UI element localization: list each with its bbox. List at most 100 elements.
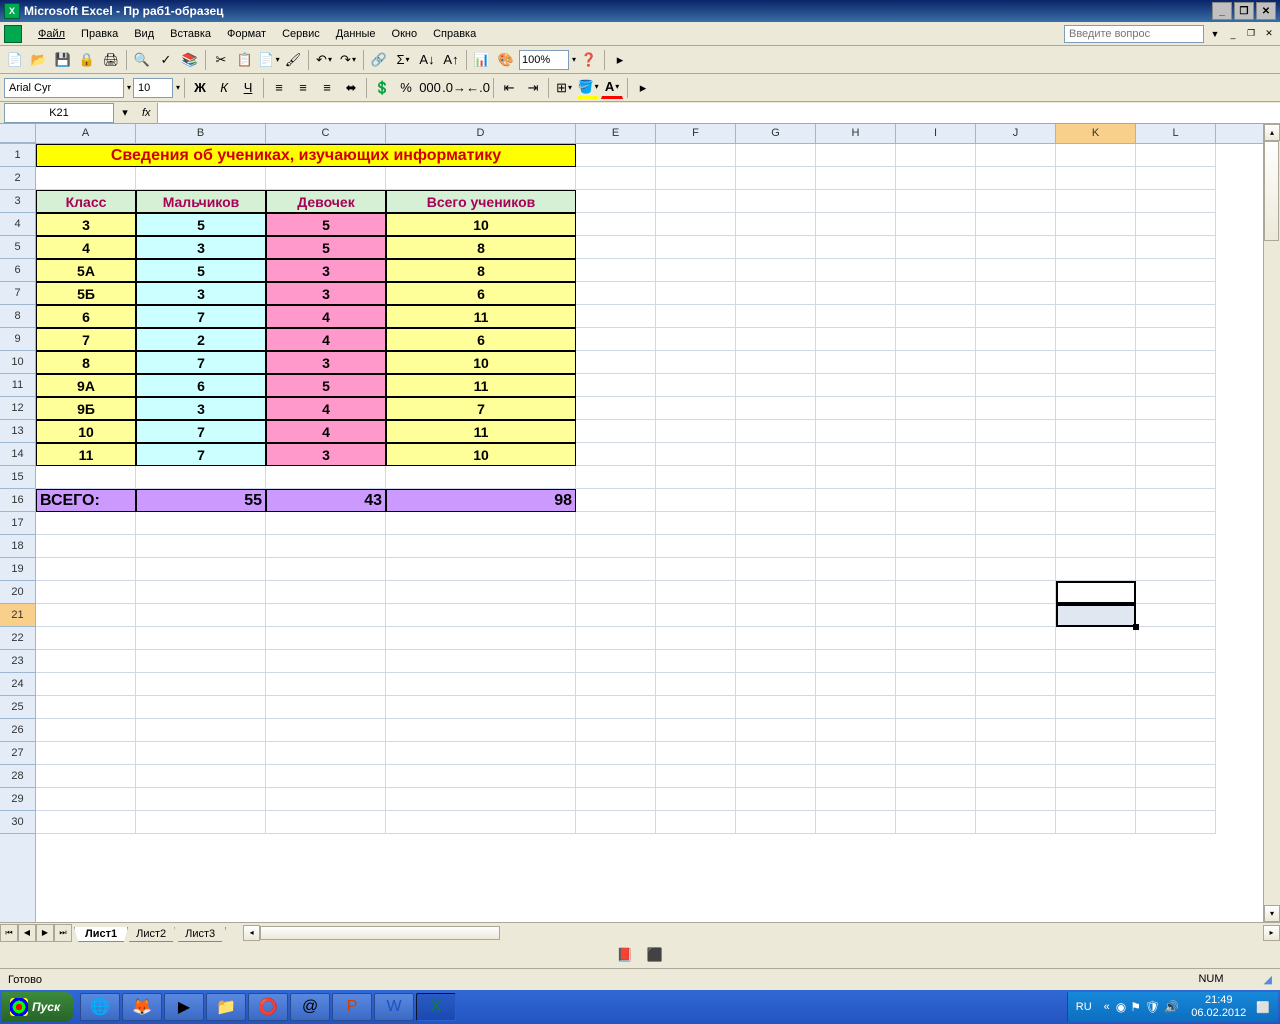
cell[interactable] [736,719,816,742]
zoom-dropdown-icon[interactable]: ▾ [571,55,576,64]
cell[interactable] [576,673,656,696]
cell[interactable] [266,627,386,650]
cell[interactable] [896,443,976,466]
cell[interactable] [976,489,1056,512]
cell[interactable] [576,397,656,420]
cell[interactable] [896,512,976,535]
cell[interactable] [736,259,816,282]
cell[interactable] [816,627,896,650]
cell[interactable] [736,305,816,328]
cell[interactable] [656,673,736,696]
cell[interactable] [736,213,816,236]
cell[interactable] [816,420,896,443]
cell[interactable] [816,213,896,236]
cell[interactable] [36,719,136,742]
autosum-button[interactable]: Σ▾ [392,49,414,71]
cell[interactable] [976,351,1056,374]
name-box-dropdown-icon[interactable]: ▾ [116,104,134,122]
cell[interactable] [896,627,976,650]
cell[interactable]: 9А [36,374,136,397]
col-header-H[interactable]: H [816,124,896,143]
cell[interactable] [976,420,1056,443]
cell[interactable] [576,742,656,765]
cell[interactable] [136,466,266,489]
cell[interactable] [896,144,976,167]
cell[interactable] [656,535,736,558]
cell[interactable] [976,673,1056,696]
cell[interactable]: 5 [266,236,386,259]
cell[interactable] [576,489,656,512]
col-header-B[interactable]: B [136,124,266,143]
cell[interactable] [896,742,976,765]
menu-insert[interactable]: Вставка [162,26,219,42]
cell[interactable] [736,696,816,719]
cell[interactable] [656,420,736,443]
start-button[interactable]: Пуск [2,992,74,1022]
cell[interactable] [136,811,266,834]
row-header-25[interactable]: 25 [0,696,35,719]
cell[interactable] [1056,190,1136,213]
row-header-4[interactable]: 4 [0,213,35,236]
cell[interactable]: 6 [386,328,576,351]
cell[interactable]: 10 [36,420,136,443]
cell[interactable] [896,696,976,719]
print-button[interactable]: 🖨 [100,49,122,71]
cell[interactable] [1056,167,1136,190]
col-header-I[interactable]: I [896,124,976,143]
cell[interactable] [266,696,386,719]
cell[interactable] [576,328,656,351]
cell[interactable] [656,351,736,374]
cell[interactable]: 55 [136,489,266,512]
row-header-14[interactable]: 14 [0,443,35,466]
cell[interactable] [816,305,896,328]
cell[interactable] [36,765,136,788]
cell[interactable] [1056,489,1136,512]
row-header-19[interactable]: 19 [0,558,35,581]
font-dropdown-icon[interactable]: ▾ [126,83,131,92]
cell[interactable]: 8 [386,236,576,259]
cell[interactable]: 10 [386,443,576,466]
cell[interactable] [1056,282,1136,305]
cell[interactable] [266,811,386,834]
copy-button[interactable]: 📋 [234,49,256,71]
menu-format[interactable]: Формат [219,26,274,42]
cell[interactable] [576,144,656,167]
cell[interactable]: 8 [386,259,576,282]
cell[interactable] [896,489,976,512]
cell[interactable] [976,581,1056,604]
cell[interactable]: 8 [36,351,136,374]
cell[interactable] [976,190,1056,213]
cell[interactable] [656,190,736,213]
sheet-tab-2[interactable]: Лист2 [125,927,177,942]
cell[interactable] [1136,190,1216,213]
tray-clock[interactable]: 21:49 06.02.2012 [1191,994,1246,1020]
cell[interactable]: 3 [266,282,386,305]
cell[interactable] [976,765,1056,788]
cell[interactable] [386,466,576,489]
cell[interactable]: 6 [386,282,576,305]
cell[interactable] [1056,765,1136,788]
cell[interactable] [1056,305,1136,328]
row-header-16[interactable]: 16 [0,489,35,512]
cell[interactable] [976,305,1056,328]
cell[interactable] [1136,328,1216,351]
cell[interactable]: 6 [36,305,136,328]
cell[interactable] [1056,581,1136,604]
font-color-button[interactable]: A▾ [601,77,623,99]
cell[interactable] [896,328,976,351]
cell[interactable] [896,282,976,305]
cell[interactable] [976,374,1056,397]
cell[interactable] [266,742,386,765]
cell[interactable] [656,512,736,535]
cell[interactable] [736,351,816,374]
cell[interactable]: 98 [386,489,576,512]
cell[interactable] [136,650,266,673]
cell[interactable] [576,627,656,650]
cell[interactable] [386,535,576,558]
cell[interactable] [576,765,656,788]
cell[interactable] [736,466,816,489]
cell[interactable] [656,305,736,328]
menu-data[interactable]: Данные [328,26,384,42]
cell[interactable]: 3 [136,236,266,259]
new-button[interactable]: 📄 [4,49,26,71]
